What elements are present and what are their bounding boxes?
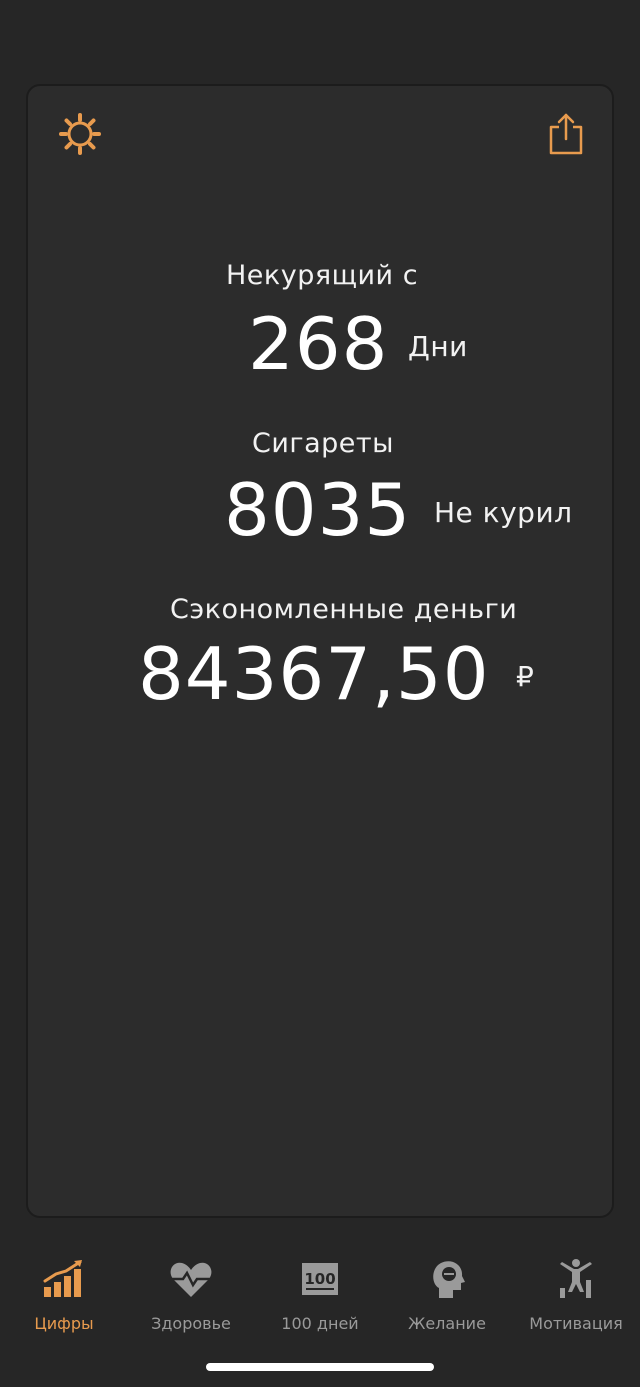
tab-label: Желание: [408, 1314, 486, 1333]
tab-label: Мотивация: [529, 1314, 623, 1333]
money-label: Сэкономленные деньги: [170, 594, 518, 625]
tab-motivation[interactable]: Мотивация: [512, 1258, 640, 1338]
currency-symbol: ₽: [516, 660, 535, 693]
stats-card: Некурящий с 268 Дни Сигареты 8035 Не кур…: [26, 84, 614, 1218]
smoke-free-label: Некурящий с: [226, 260, 419, 291]
tab-label: Здоровье: [151, 1314, 231, 1333]
cigarettes-value: 8035: [224, 468, 412, 552]
tab-health[interactable]: Здоровье: [127, 1258, 255, 1338]
tab-craving[interactable]: Желание: [383, 1258, 511, 1338]
gear-icon: [59, 113, 101, 155]
svg-text:100: 100: [304, 1270, 335, 1288]
smoke-free-unit: Дни: [408, 330, 468, 363]
head-icon: [433, 1261, 465, 1298]
tab-bar: Цифры Здоровье 100 100 дней Желание Моти…: [0, 1240, 640, 1350]
motivation-icon: [560, 1259, 592, 1298]
chart-icon: [43, 1260, 82, 1297]
home-indicator: [206, 1363, 434, 1371]
hundred-icon: 100: [302, 1263, 338, 1295]
cigarettes-label: Сигареты: [252, 428, 394, 459]
share-icon: [549, 113, 583, 155]
cigarettes-unit: Не курил: [434, 496, 573, 529]
settings-button[interactable]: [56, 110, 104, 158]
money-value: 84367,50: [138, 632, 490, 716]
tab-numbers[interactable]: Цифры: [0, 1258, 128, 1338]
tab-label: 100 дней: [281, 1314, 359, 1333]
share-button[interactable]: [542, 110, 590, 158]
heart-icon: [170, 1262, 212, 1297]
tab-100-days[interactable]: 100 100 дней: [256, 1258, 384, 1338]
smoke-free-value: 268: [248, 302, 389, 386]
tab-label: Цифры: [34, 1314, 94, 1333]
